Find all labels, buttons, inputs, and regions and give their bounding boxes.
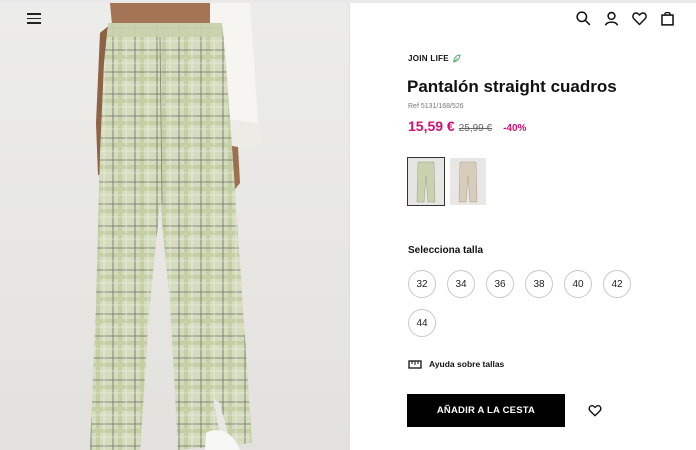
size-option[interactable]: 32 — [408, 270, 436, 298]
size-label: Selecciona talla — [408, 245, 484, 256]
product-ref: Ref 5131/168/526 — [408, 103, 464, 110]
add-to-cart-button[interactable]: AÑADIR A LA CESTA — [407, 394, 565, 427]
bag-icon[interactable] — [659, 10, 676, 27]
header-icons — [575, 10, 676, 27]
old-price: 25,99 € — [458, 123, 493, 134]
size-option[interactable]: 44 — [408, 309, 436, 337]
brand-tag-label: JOIN LIFE — [408, 54, 449, 63]
product-photo — [90, 3, 262, 450]
color-swatches — [407, 157, 486, 206]
size-option[interactable]: 34 — [447, 270, 475, 298]
price-row: 15,59 € 25,99 € -40% — [408, 118, 526, 134]
color-swatch-beige-check[interactable] — [450, 158, 486, 205]
join-life-tag: JOIN LIFE — [408, 54, 461, 63]
size-selector: 32 34 36 38 40 42 44 — [408, 270, 648, 337]
size-option[interactable]: 42 — [603, 270, 631, 298]
ruler-icon — [408, 360, 422, 369]
search-icon[interactable] — [575, 10, 592, 27]
wishlist-heart-icon[interactable] — [587, 403, 603, 418]
current-price: 15,59 € — [408, 118, 455, 134]
color-swatch-green-check[interactable] — [407, 157, 445, 206]
leaf-icon — [453, 54, 461, 63]
size-option[interactable]: 36 — [486, 270, 514, 298]
hamburger-menu-icon[interactable] — [27, 13, 41, 25]
product-image[interactable] — [0, 3, 350, 450]
size-help-link[interactable]: Ayuda sobre tallas — [408, 358, 504, 370]
size-option[interactable]: 40 — [564, 270, 592, 298]
user-icon[interactable] — [603, 10, 620, 27]
discount-badge: -40% — [503, 123, 527, 134]
heart-icon[interactable] — [631, 10, 648, 27]
size-help-label: Ayuda sobre tallas — [429, 359, 505, 369]
size-option[interactable]: 38 — [525, 270, 553, 298]
product-title: Pantalón straight cuadros — [407, 77, 617, 96]
